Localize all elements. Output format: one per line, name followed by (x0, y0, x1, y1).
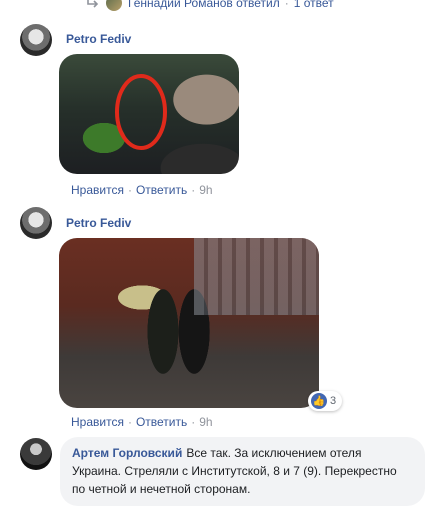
separator-dot: · (191, 415, 196, 429)
avatar[interactable] (20, 24, 52, 56)
reactions-badge[interactable]: 👍 3 (308, 391, 343, 411)
separator-dot: · (127, 415, 132, 429)
comment-actions: Нравится · Ответить · 9h (71, 183, 213, 197)
timestamp[interactable]: 9h (199, 183, 212, 197)
separator-dot: · (191, 183, 196, 197)
like-link[interactable]: Нравится (71, 415, 124, 429)
comment-actions: Нравится · Ответить · 9h (71, 415, 213, 429)
timestamp[interactable]: 9h (199, 415, 212, 429)
avatar[interactable] (20, 438, 52, 470)
thumbs-up-icon: 👍 (311, 393, 327, 409)
comment-author[interactable]: Артем Горловский (72, 446, 182, 460)
annotation-circle-icon (115, 74, 167, 150)
reply-count[interactable]: 1 ответ (294, 0, 334, 10)
building-windows (194, 238, 319, 315)
reactions-count: 3 (330, 395, 337, 407)
reply-link[interactable]: Ответить (136, 415, 187, 429)
reply-arrow-icon (87, 0, 99, 8)
avatar[interactable] (20, 207, 52, 239)
view-replies-row[interactable]: Геннадий Романов ответил · 1 ответ (86, 0, 334, 12)
replier-avatar (106, 0, 122, 11)
separator-dot: · (284, 0, 289, 10)
comment-author[interactable]: Petro Fediv (66, 32, 131, 46)
comment-photo[interactable] (59, 54, 239, 174)
replier-name[interactable]: Геннадий Романов ответил (128, 0, 280, 10)
comment-photo[interactable] (59, 238, 319, 408)
like-link[interactable]: Нравится (71, 183, 124, 197)
reply-link[interactable]: Ответить (136, 183, 187, 197)
separator-dot: · (127, 183, 132, 197)
comment-bubble: Артем Горловский Все так. За исключением … (60, 437, 425, 506)
comment-author[interactable]: Petro Fediv (66, 216, 131, 230)
